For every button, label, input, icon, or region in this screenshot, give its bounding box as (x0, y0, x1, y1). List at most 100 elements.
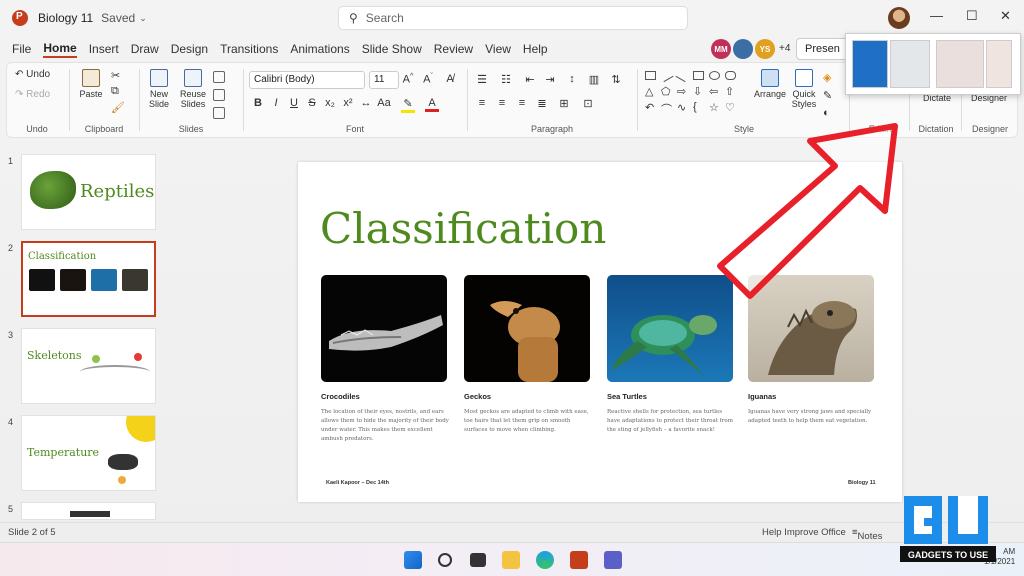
tab-slide-show[interactable]: Slide Show (362, 42, 422, 56)
shape-pentagon-icon[interactable]: ⬠ (661, 85, 671, 98)
search-icon[interactable] (438, 553, 452, 567)
crocodile-photo[interactable] (321, 275, 447, 382)
start-icon[interactable] (404, 551, 422, 569)
bold-icon[interactable]: B (251, 97, 265, 109)
slide-title[interactable]: Classification (320, 204, 606, 253)
decrease-indent-icon[interactable]: ⇤ (523, 73, 537, 86)
section-icon[interactable] (213, 107, 225, 119)
tab-animations[interactable]: Animations (290, 42, 349, 56)
arrange-button[interactable]: Arrange (753, 69, 787, 99)
format-painter-icon[interactable]: 🖌 (111, 101, 125, 114)
smartart-icon[interactable]: ⊡ (581, 97, 595, 110)
new-slide-button[interactable]: New Slide (145, 69, 173, 109)
columns-icon[interactable]: ▥ (587, 73, 601, 86)
undo-button[interactable]: ↶ Undo (15, 69, 50, 80)
shape-curve-icon[interactable]: ∿ (677, 101, 686, 114)
design-suggestion-thumbnail[interactable] (936, 40, 984, 88)
tab-design[interactable]: Design (171, 42, 208, 56)
slide-footer-course[interactable]: Biology 11 (848, 480, 876, 486)
bullets-icon[interactable]: ☰ (475, 73, 489, 86)
minimize-icon[interactable]: — (930, 8, 943, 23)
card-body[interactable]: Iguanas have very strong jaws and specia… (748, 408, 876, 426)
task-view-icon[interactable] (470, 553, 486, 567)
reset-icon[interactable] (213, 89, 225, 101)
shape-rectangle-icon[interactable] (693, 71, 704, 80)
character-spacing-icon[interactable]: ↔ (359, 97, 373, 109)
help-improve-office-link[interactable]: Help Improve Office (762, 527, 846, 538)
card-caption[interactable]: Iguanas (748, 392, 776, 401)
justify-icon[interactable]: ≣ (535, 97, 549, 110)
text-direction-icon[interactable]: ⇅ (609, 73, 623, 86)
align-center-icon[interactable]: ≡ (495, 97, 509, 109)
document-title[interactable]: Biology 11 (38, 11, 93, 25)
tab-transitions[interactable]: Transitions (220, 42, 278, 56)
slide-thumbnail-3[interactable]: Skeletons (21, 328, 156, 404)
chevron-down-icon[interactable]: ⌄ (139, 13, 147, 24)
card-caption[interactable]: Crocodiles (321, 392, 360, 401)
edge-icon[interactable] (536, 551, 554, 569)
align-text-icon[interactable]: ⊞ (557, 97, 571, 110)
slide-footer-author[interactable]: Kaeli Kapoor – Dec 14th (326, 480, 389, 486)
design-suggestion-thumbnail[interactable] (890, 40, 930, 88)
file-explorer-icon[interactable] (502, 551, 520, 569)
powerpoint-icon[interactable] (570, 551, 588, 569)
collaborator-count[interactable]: +4 (779, 43, 790, 54)
present-button[interactable]: Presen (796, 38, 850, 60)
shape-line-icon[interactable] (659, 68, 674, 83)
align-right-icon[interactable]: ≡ (515, 97, 529, 109)
copy-icon[interactable]: ⧉ (111, 85, 119, 98)
card-body[interactable]: Most geckos are adapted to climb with ea… (464, 408, 592, 435)
shape-curve-icon[interactable]: ⌒ (661, 101, 672, 117)
shape-brace-icon[interactable]: { (693, 101, 697, 113)
tab-help[interactable]: Help (523, 42, 548, 56)
shape-oval-icon[interactable] (709, 71, 720, 80)
teams-icon[interactable] (604, 551, 622, 569)
font-size-dropdown[interactable]: 11 (369, 71, 399, 89)
design-suggestion-thumbnail[interactable] (986, 40, 1012, 88)
underline-icon[interactable]: U (287, 97, 301, 109)
tab-insert[interactable]: Insert (89, 42, 119, 56)
superscript-icon[interactable]: x² (341, 97, 355, 109)
shrink-font-icon[interactable]: Aˇ (421, 73, 435, 86)
paste-button[interactable]: Paste (77, 69, 105, 99)
font-name-dropdown[interactable]: Calibri (Body) (249, 71, 365, 89)
subscript-icon[interactable]: x₂ (323, 97, 337, 109)
change-case-icon[interactable]: Aa (377, 97, 391, 109)
card-body[interactable]: The location of their eyes, nostrils, an… (321, 408, 449, 444)
design-suggestion-thumbnail[interactable] (852, 40, 888, 88)
shape-line-icon[interactable] (675, 68, 690, 83)
shape-curve-icon[interactable]: ↶ (645, 101, 654, 114)
card-body[interactable]: Reactive shells for protection, sea turt… (607, 408, 735, 435)
clear-formatting-icon[interactable]: A̸ (443, 73, 457, 85)
align-left-icon[interactable]: ≡ (475, 97, 489, 109)
tab-draw[interactable]: Draw (131, 42, 159, 56)
shape-triangle-icon[interactable]: △ (645, 85, 653, 98)
collaborator-avatar[interactable] (733, 39, 753, 59)
font-color-icon[interactable]: A (425, 97, 439, 112)
highlight-icon[interactable]: ✎ (401, 97, 415, 113)
reuse-slides-button[interactable]: Reuse Slides (177, 69, 209, 109)
tab-view[interactable]: View (485, 42, 511, 56)
tab-file[interactable]: File (12, 42, 31, 56)
tab-review[interactable]: Review (434, 42, 473, 56)
italic-icon[interactable]: I (269, 97, 283, 109)
card-caption[interactable]: Geckos (464, 392, 491, 401)
cut-icon[interactable]: ✂ (111, 69, 120, 82)
shape-arrow-icon[interactable]: ⇨ (677, 85, 686, 98)
grow-font-icon[interactable]: A^ (401, 73, 415, 86)
slide-thumbnail-5[interactable] (21, 502, 156, 520)
slide-thumbnail-1[interactable]: Reptiles (21, 154, 156, 230)
shape-textbox-icon[interactable] (645, 71, 656, 80)
numbering-icon[interactable]: ☷ (499, 73, 513, 86)
shape-fill-icon[interactable]: ◈ (823, 71, 831, 84)
notes-button[interactable]: ≡ Notes (852, 527, 882, 542)
slide-thumbnail-4[interactable]: Temperature (21, 415, 156, 491)
maximize-icon[interactable]: ☐ (966, 8, 978, 24)
avatar[interactable] (888, 7, 910, 29)
gecko-photo[interactable] (464, 275, 590, 382)
slide-thumbnail-2[interactable]: Classification (21, 241, 156, 317)
close-icon[interactable]: ✕ (1000, 8, 1011, 24)
card-caption[interactable]: Sea Turtles (607, 392, 647, 401)
search-input[interactable]: ⚲ Search (338, 6, 688, 30)
redo-button[interactable]: ↷ Redo (15, 89, 50, 100)
